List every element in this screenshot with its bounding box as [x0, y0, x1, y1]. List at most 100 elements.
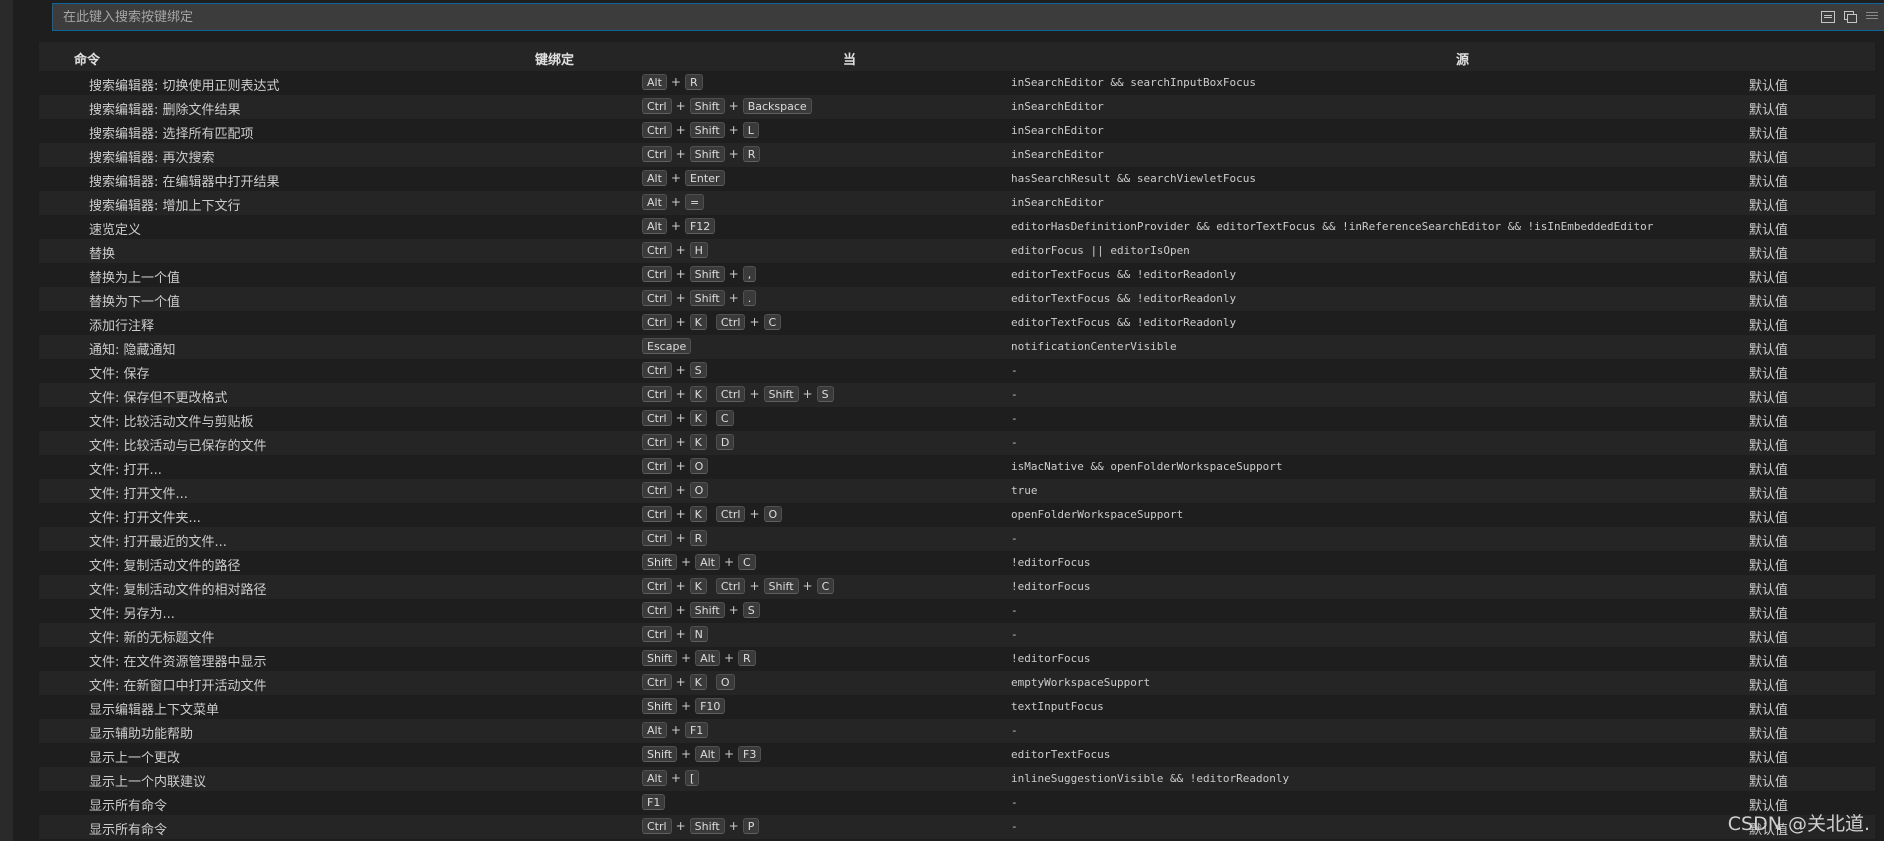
table-body: 搜索编辑器: 切换使用正则表达式 Alt + RinSearchEditor && s…: [39, 71, 1875, 839]
command-label: 搜索编辑器: 选择所有匹配项: [89, 127, 254, 142]
table-row[interactable]: 文件: 打开文件夹... Ctrl + K Ctrl + OopenFolderWorksp…: [39, 503, 1875, 527]
source-label: 默认值: [1749, 535, 1789, 550]
table-row[interactable]: 文件: 保存 Ctrl + S - 默认值: [39, 359, 1875, 383]
key-label: Alt: [695, 650, 720, 666]
table-row[interactable]: 显示上一个更改 Shift + Alt + F3 editorTextFocus 默认值: [39, 743, 1875, 767]
key-label: Shift: [689, 290, 725, 306]
table-row[interactable]: 文件: 打开... Ctrl + OisMacNative && openFolder…: [39, 455, 1875, 479]
key-plus: +: [681, 555, 692, 569]
key-label: Alt: [642, 74, 667, 90]
sort-by-precedence-icon[interactable]: [1843, 10, 1857, 23]
key-label: F3: [738, 746, 762, 762]
key-plus: +: [675, 483, 686, 497]
table-row[interactable]: 文件: 比较活动文件与剪贴板 Ctrl + K C - 默认值: [39, 407, 1875, 431]
key-label: Alt: [642, 770, 667, 786]
key-plus: +: [728, 147, 739, 161]
table-row[interactable]: 文件: 在新窗口中打开活动文件 Ctrl + K OemptyWorkspaceSupp…: [39, 671, 1875, 695]
source-label: 默认值: [1749, 223, 1789, 238]
table-row[interactable]: 显示编辑器上下文菜单 Shift + F10 textInputFocus 默认值: [39, 695, 1875, 719]
table-row[interactable]: 搜索编辑器: 切换使用正则表达式 Alt + RinSearchEditor && s…: [39, 71, 1875, 95]
keybinding-cell: Ctrl + K O: [642, 674, 735, 690]
table-row[interactable]: 显示所有命令 F1- 默认值: [39, 791, 1875, 815]
key-label: Shift: [689, 602, 725, 618]
table-row[interactable]: 搜索编辑器: 选择所有匹配项 Ctrl + Shift + LinSearchEditor…: [39, 119, 1875, 143]
table-row[interactable]: 文件: 打开最近的文件... Ctrl + R - 默认值: [39, 527, 1875, 551]
keybinding-cell: Ctrl + Shift + P: [642, 818, 760, 834]
clear-search-icon[interactable]: [1865, 10, 1879, 22]
table-row[interactable]: 通知: 隐藏通知 Escape notificationCenterVisible 默…: [39, 335, 1875, 359]
command-label: 文件: 打开文件...: [89, 487, 188, 502]
keybinding-cell: Ctrl + R: [642, 530, 708, 546]
table-row[interactable]: 文件: 比较活动与已保存的文件 Ctrl + K D - 默认值: [39, 431, 1875, 455]
when-clause: emptyWorkspaceSupport: [1011, 676, 1151, 689]
table-row[interactable]: 搜索编辑器: 增加上下文行 Alt + = inSearchEditor 默认值: [39, 191, 1875, 215]
table-row[interactable]: 文件: 打开文件... Ctrl + Otrue 默认值: [39, 479, 1875, 503]
keyboard-record-icon[interactable]: [1821, 11, 1835, 23]
key-label: Ctrl: [642, 626, 672, 642]
keybinding-cell: Ctrl + Shift + S: [642, 602, 760, 618]
header-when[interactable]: 当: [843, 49, 856, 68]
key-plus: +: [670, 219, 681, 233]
table-row[interactable]: 添加行注释 Ctrl + K Ctrl + CeditorTextFocus && !edi…: [39, 311, 1875, 335]
table-row[interactable]: 替换为下一个值 Ctrl + Shift +. editorTextFocus && !e…: [39, 287, 1875, 311]
when-clause: inSearchEditor: [1011, 124, 1104, 137]
when-clause: editorTextFocus && !editorReadonly: [1011, 316, 1237, 329]
table-row[interactable]: 文件: 复制活动文件的相对路径 Ctrl + K Ctrl + Shift + C !editor…: [39, 575, 1875, 599]
key-label: L: [742, 122, 759, 138]
header-keybinding[interactable]: 键绑定: [535, 49, 574, 68]
table-row[interactable]: 搜索编辑器: 在编辑器中打开结果 Alt + Enter hasSearchResult…: [39, 167, 1875, 191]
table-row[interactable]: 搜索编辑器: 再次搜索 Ctrl + Shift + RinSearchEditor 默认值: [39, 143, 1875, 167]
command-label: 文件: 保存: [89, 367, 150, 382]
key-label: P: [742, 818, 760, 834]
key-label: Ctrl: [642, 266, 672, 282]
key-label: Shift: [689, 818, 725, 834]
command-label: 显示所有命令: [89, 823, 168, 838]
table-row[interactable]: 显示上一个内联建议 Alt +[inlineSuggestionVisible &&…: [39, 767, 1875, 791]
source-label: 默认值: [1749, 559, 1789, 574]
command-label: 显示上一个更改: [89, 751, 181, 766]
command-label: 文件: 打开文件夹...: [89, 511, 201, 526]
key-label: F1: [684, 722, 709, 738]
key-plus: +: [749, 315, 760, 329]
key-label: Ctrl: [642, 674, 672, 690]
table-row[interactable]: 替换为上一个值 Ctrl + Shift +, editorTextFocus && !e…: [39, 263, 1875, 287]
table-row[interactable]: 显示所有命令 Ctrl + Shift + P - 默认值: [39, 815, 1875, 839]
key-label: O: [689, 482, 709, 498]
key-label: K: [689, 410, 707, 426]
key-label: Alt: [642, 218, 667, 234]
command-label: 文件: 复制活动文件的相对路径: [89, 583, 267, 598]
key-plus: +: [681, 747, 692, 761]
table-row[interactable]: 搜索编辑器: 删除文件结果 Ctrl + Shift + Backspace inSearc…: [39, 95, 1875, 119]
header-command[interactable]: 命令: [74, 49, 100, 68]
key-label: Ctrl: [715, 386, 746, 402]
key-label: F1: [642, 794, 666, 810]
key-label: C: [715, 410, 734, 426]
when-clause: editorTextFocus && !editorReadonly: [1011, 268, 1237, 281]
keybindings-search-input[interactable]: [53, 4, 1793, 30]
table-row[interactable]: 文件: 另存为... Ctrl + Shift + S - 默认值: [39, 599, 1875, 623]
table-row[interactable]: 文件: 在文件资源管理器中显示 Shift + Alt + R !editorFocus 默认…: [39, 647, 1875, 671]
keybinding-cell: Ctrl + H: [642, 242, 708, 258]
when-clause: true: [1011, 484, 1038, 497]
table-row[interactable]: 文件: 保存但不更改格式 Ctrl + K Ctrl + Shift + S - 默认值: [39, 383, 1875, 407]
source-label: 默认值: [1749, 319, 1789, 334]
key-label: K: [689, 386, 707, 402]
table-row[interactable]: 文件: 新的无标题文件 Ctrl + N - 默认值: [39, 623, 1875, 647]
keybindings-search-box: [52, 3, 1884, 31]
command-label: 文件: 复制活动文件的路径: [89, 559, 241, 574]
table-row[interactable]: 速览定义 Alt + F12 editorHasDefinitionProvider &…: [39, 215, 1875, 239]
table-row[interactable]: 文件: 复制活动文件的路径 Shift + Alt + C !editorFocus 默认值: [39, 551, 1875, 575]
key-plus: +: [723, 651, 735, 665]
key-plus: +: [675, 363, 686, 377]
key-label: Ctrl: [642, 386, 672, 402]
key-label: C: [738, 554, 756, 570]
when-clause: -: [1011, 412, 1018, 425]
header-source[interactable]: 源: [1456, 49, 1469, 68]
when-clause: -: [1011, 364, 1018, 377]
key-label: K: [689, 314, 707, 330]
table-row[interactable]: 显示辅助功能帮助 Alt + F1 - 默认值: [39, 719, 1875, 743]
table-row[interactable]: 替换 Ctrl + HeditorFocus || editorIsOpen 默认值: [39, 239, 1875, 263]
when-clause: -: [1011, 436, 1018, 449]
key-label: Shift: [763, 386, 799, 402]
command-label: 搜索编辑器: 再次搜索: [89, 151, 215, 166]
